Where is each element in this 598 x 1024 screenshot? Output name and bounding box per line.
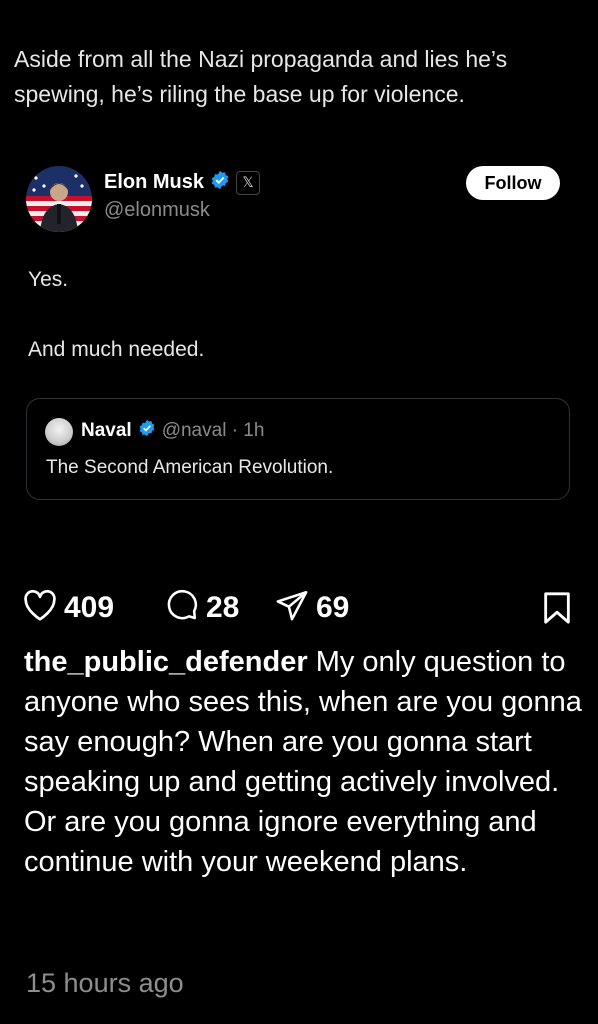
quoted-author-avatar[interactable] [45, 418, 73, 446]
quoted-author-name[interactable]: Naval [81, 420, 132, 442]
comment-button[interactable]: 28 [164, 588, 239, 627]
post-timestamp: 15 hours ago [26, 968, 184, 998]
heart-icon [22, 588, 58, 627]
send-icon [274, 588, 310, 627]
like-button[interactable]: 409 [22, 588, 114, 627]
author-handle[interactable]: @elonmusk [104, 199, 260, 222]
caption-comment: the_public_defender My only question to … [24, 642, 584, 882]
author-name[interactable]: Elon Musk [104, 171, 204, 194]
tweet-text-line-1: Yes. [28, 268, 69, 291]
comment-count: 28 [206, 590, 240, 624]
verified-badge-icon [138, 419, 156, 443]
post-actions: 409 28 69 [22, 588, 578, 628]
share-button[interactable]: 69 [274, 588, 349, 627]
comment-text: My only question to anyone who sees this… [24, 646, 582, 878]
quoted-text: The Second American Revolution. [46, 457, 334, 478]
quoted-tweet[interactable]: Naval @naval · 1h The Second American Re… [26, 398, 570, 500]
author-info[interactable]: Elon Musk 𝕏 @elonmusk [104, 170, 261, 222]
comment-username[interactable]: the_public_defender [24, 646, 308, 678]
post-caption: Aside from all the Nazi propaganda and l… [14, 46, 508, 107]
follow-button[interactable]: Follow [466, 166, 560, 200]
share-count: 69 [316, 590, 350, 624]
verified-badge-icon [210, 170, 230, 195]
tweet-text-line-2: And much needed. [28, 338, 205, 361]
like-count: 409 [64, 590, 115, 624]
bookmark-icon [542, 592, 572, 629]
x-affiliation-icon: 𝕏 [236, 170, 261, 195]
comment-bubble-icon [164, 588, 200, 627]
quoted-meta: @naval · 1h [161, 420, 265, 441]
bookmark-button[interactable] [542, 591, 572, 630]
author-avatar[interactable] [26, 166, 92, 232]
